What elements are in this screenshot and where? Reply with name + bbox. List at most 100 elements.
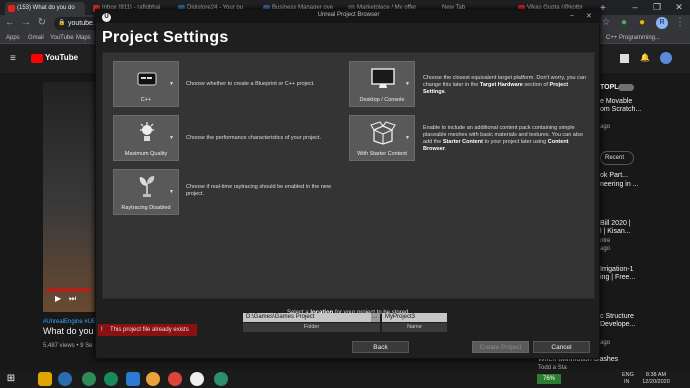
error-icon: ! (101, 327, 103, 333)
starter-content-option[interactable]: ▼ With Starter Content (349, 115, 415, 161)
option-description: Choose if real-time raytracing should be… (186, 184, 331, 197)
project-name-field[interactable]: MyProject3 (382, 313, 447, 322)
minimize-icon[interactable]: – (570, 12, 574, 19)
youtube-favicon-icon (8, 5, 15, 12)
description-highlight: Starter Content (442, 139, 483, 145)
maximize-icon[interactable]: ❐ (646, 0, 668, 15)
description-text: to your project later using (482, 139, 548, 145)
youtube-logo-icon (31, 54, 43, 63)
side-video-title[interactable]: ok Part... (600, 172, 628, 180)
clock-date[interactable]: 12/20/2020 (638, 379, 674, 386)
browse-folder-button[interactable]: ... (371, 313, 380, 322)
back-button[interactable]: Back (352, 341, 409, 353)
side-video-title[interactable]: ing | Free... (600, 274, 635, 282)
close-icon[interactable]: ✕ (586, 12, 592, 20)
region-indicator[interactable]: IN (624, 379, 630, 386)
chrome-icon[interactable] (146, 372, 160, 386)
battery-indicator[interactable]: 76% (537, 374, 561, 384)
language-indicator[interactable]: ENG (622, 372, 634, 379)
video-hashtags[interactable]: #UnrealEngine #UE4 (43, 318, 99, 326)
chrome-icon[interactable] (168, 372, 182, 386)
bookmark-apps[interactable]: Apps (6, 33, 20, 43)
open-box-icon (370, 121, 396, 145)
description-text: . (445, 146, 447, 152)
progress-bar[interactable] (47, 289, 91, 291)
close-icon[interactable]: ✕ (668, 0, 690, 15)
menu-kebab-icon[interactable]: ⋮ (674, 17, 686, 29)
cpp-icon (137, 72, 157, 86)
play-icon[interactable]: ▶ (55, 294, 61, 303)
avatar[interactable] (660, 52, 672, 64)
option-caption: Desktop / Console (359, 97, 405, 103)
quality-option[interactable]: ▼ Maximum Quality (113, 115, 179, 161)
project-type-option[interactable]: ▼ C++ (113, 61, 179, 107)
folder-label: Folder (243, 323, 380, 332)
video-views: 5,487 views • 9 Se (43, 343, 93, 349)
chevron-down-icon: ▼ (169, 189, 174, 195)
side-video-title[interactable]: neering in ... (600, 181, 639, 189)
description-text: section of (522, 82, 550, 88)
unreal-project-browser-window: U Unreal Project Browser – ✕ Project Set… (95, 9, 601, 359)
option-description: Choose the performance characteristics o… (186, 135, 322, 141)
description-highlight: Target Hardware (479, 82, 523, 88)
chip-recent[interactable]: Recent (600, 151, 634, 165)
extension-icon[interactable]: ● (618, 17, 630, 29)
target-platform-option[interactable]: ▼ Desktop / Console (349, 61, 415, 107)
reload-icon[interactable]: ↻ (36, 17, 48, 29)
side-video-title[interactable]: Bill 2020 | (600, 220, 631, 228)
side-video-title[interactable]: Irrigation-1 (600, 266, 633, 274)
bookmark-cpp[interactable]: C++ Programming... (606, 33, 660, 43)
hamburger-menu-icon[interactable]: ≡ (10, 53, 16, 64)
file-explorer-icon[interactable] (38, 372, 52, 386)
option-description: Choose whether to create a Blueprint or … (186, 81, 315, 87)
youtube-logo-text[interactable]: YouTube (45, 53, 78, 62)
bookmark-maps[interactable]: Maps (76, 33, 91, 43)
settings-panel: ▼ C++ Choose whether to create a Bluepri… (102, 52, 595, 299)
folder-path-field[interactable]: D:\Games\Games Project (243, 313, 375, 322)
vscode-icon[interactable] (126, 372, 140, 386)
tab-label: (153) What do you do (17, 5, 75, 11)
side-video-title[interactable]: c Structure (600, 313, 634, 321)
option-description: Enable to include an additional content … (423, 125, 588, 153)
bookmark-gmail[interactable]: Gmail (28, 33, 44, 43)
side-video-title[interactable]: Develope... (600, 321, 635, 329)
windows-taskbar: ⊞ 76% ENG IN 8:38 AM 12/20/2020 (0, 370, 690, 388)
bookmark-youtube[interactable]: YouTube (50, 33, 74, 43)
raytracing-option[interactable]: ▼ Raytracing Disabled (113, 169, 179, 215)
page-title: Project Settings (102, 29, 229, 46)
side-video-meta: ago (600, 340, 611, 346)
option-caption: With Starter Content (357, 151, 407, 157)
side-video-title[interactable]: e Movable (600, 98, 632, 106)
windows-start-icon[interactable]: ⊞ (4, 372, 18, 386)
minimize-icon[interactable]: – (624, 0, 646, 15)
back-arrow-icon[interactable]: ← (4, 17, 16, 29)
video-player[interactable]: ▶ ⏭ (43, 82, 99, 312)
edge-icon[interactable] (58, 372, 72, 386)
clock-time[interactable]: 8:38 AM (641, 372, 671, 379)
notification-bell-icon[interactable]: 🔔 (640, 53, 650, 62)
window-title-bar[interactable]: U Unreal Project Browser – ✕ (96, 10, 601, 23)
autoplay-toggle[interactable] (618, 84, 634, 91)
option-caption: Maximum Quality (124, 151, 168, 157)
star-icon[interactable]: ☆ (600, 17, 612, 29)
error-message: ! This project file already exists (98, 324, 197, 336)
apps-grid-icon[interactable] (620, 54, 629, 63)
app-icon[interactable] (82, 372, 96, 386)
app-icon[interactable] (214, 372, 228, 386)
forward-arrow-icon[interactable]: → (20, 17, 32, 29)
side-video-title[interactable]: l | Kisan... (600, 228, 631, 236)
profile-avatar[interactable]: R (656, 17, 668, 29)
side-video-title[interactable]: om Scratch... (600, 106, 641, 114)
chevron-down-icon: ▼ (405, 81, 410, 87)
cancel-button[interactable]: Cancel (533, 341, 590, 353)
create-project-button[interactable]: Create Project (472, 341, 529, 353)
extension-icon[interactable]: ● (636, 17, 648, 29)
browser-tab-youtube[interactable]: (153) What do you do (5, 2, 85, 15)
quality-trophy-icon (140, 122, 154, 141)
chevron-down-icon: ▼ (169, 135, 174, 141)
next-icon[interactable]: ⏭ (69, 294, 76, 304)
lock-icon: 🔒 (58, 20, 66, 26)
option-description: Choose the closest equivalent target pla… (423, 75, 588, 96)
app-icon[interactable] (104, 372, 118, 386)
unreal-taskbar-icon[interactable] (190, 372, 204, 386)
